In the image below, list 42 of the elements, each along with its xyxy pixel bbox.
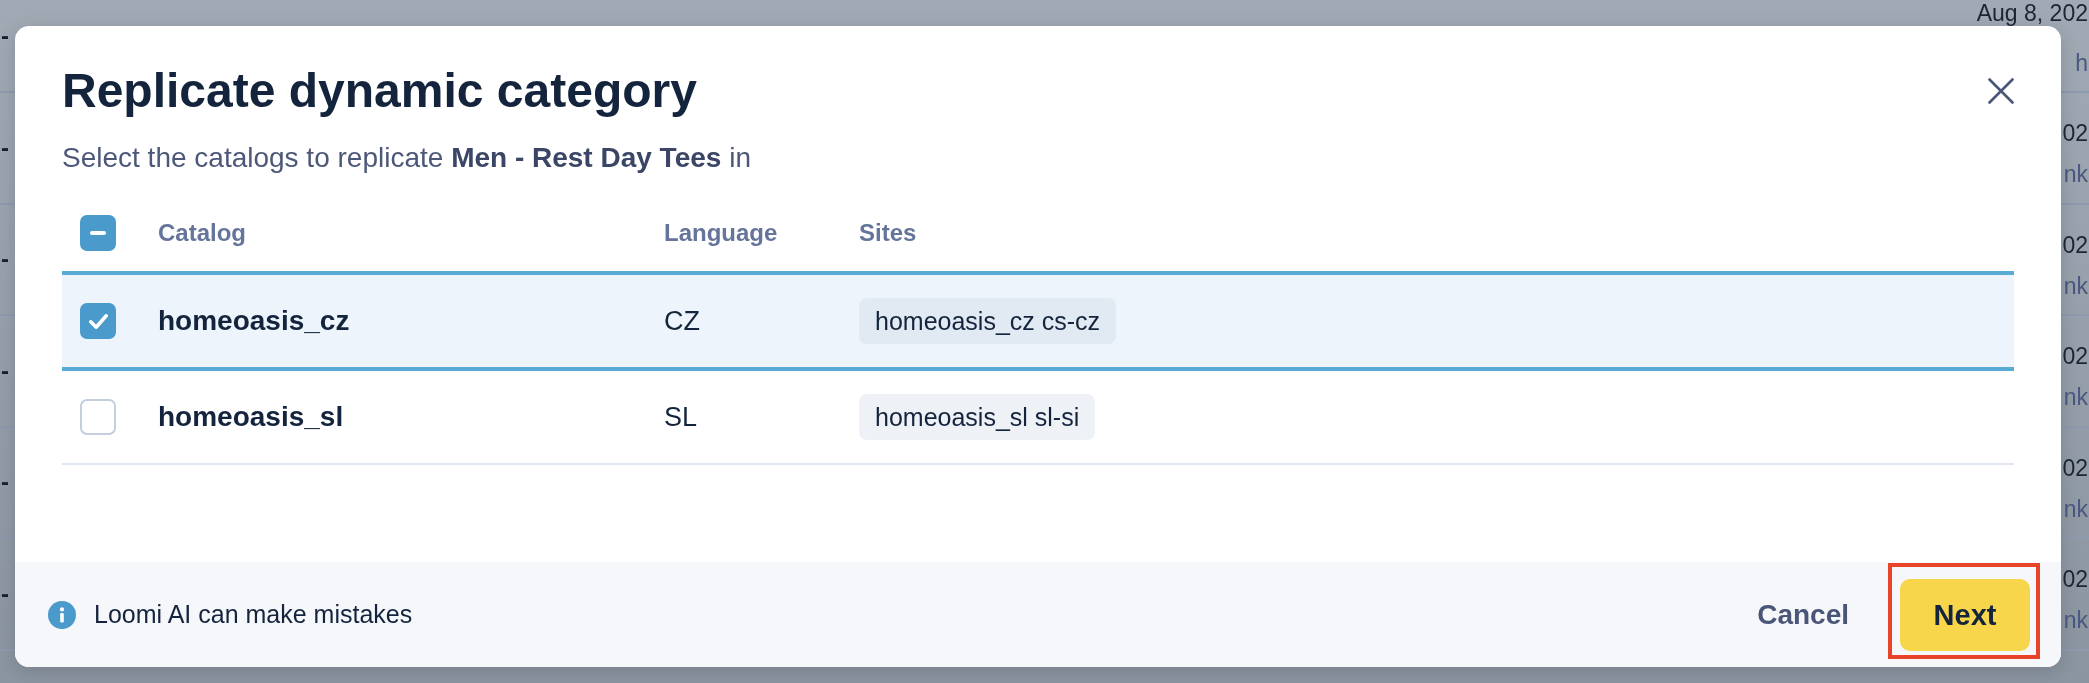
- column-header: Catalog: [158, 219, 247, 247]
- detail-text: nk: [2063, 161, 2088, 187]
- date-text: 02: [2062, 231, 2088, 258]
- row-marker: -: [0, 580, 9, 607]
- catalog-name: homeoasis_sl: [158, 401, 345, 433]
- dialog-description: Select the catalogs to replicate Men - Rest Day Tees in: [62, 141, 752, 175]
- date-text: 02: [2062, 120, 2088, 146]
- detail-text: nk: [2063, 384, 2088, 410]
- detail-text: nk: [2063, 607, 2088, 633]
- date-text: Aug 8, 202: [1976, 0, 2088, 25]
- minus-icon: [90, 231, 106, 235]
- row-marker: -: [0, 23, 9, 50]
- next-button[interactable]: Next: [1900, 579, 2030, 651]
- site-tag: homeoasis_cz cs-cz: [859, 298, 1117, 344]
- column-header: Language: [664, 219, 779, 247]
- row-checkbox[interactable]: [80, 399, 116, 435]
- table-row[interactable]: homeoasis_cz CZ homeoasis_cz cs-cz: [62, 271, 2014, 371]
- site-tag: homeoasis_sl sl-si: [859, 394, 1096, 440]
- date-text: 02: [2062, 566, 2088, 592]
- close-button[interactable]: [1988, 78, 2014, 104]
- date-text: 02: [2062, 454, 2088, 481]
- language-code: SL: [664, 401, 699, 433]
- dialog-title: Replicate dynamic category: [62, 63, 697, 119]
- language-code: CZ: [664, 305, 701, 337]
- catalog-name: homeoasis_cz: [158, 305, 351, 337]
- cancel-button[interactable]: Cancel: [1757, 598, 1849, 631]
- check-icon: [88, 313, 108, 329]
- detail-text: nk: [2063, 272, 2088, 299]
- row-marker: -: [0, 134, 9, 161]
- row-checkbox[interactable]: [80, 303, 116, 339]
- detail-text: h: [2075, 49, 2088, 76]
- date-text: 02: [2062, 343, 2088, 369]
- info-icon: [48, 600, 76, 629]
- table-row[interactable]: homeoasis_sl SL homeoasis_sl sl-si: [62, 371, 2014, 465]
- column-header: Sites: [859, 219, 918, 247]
- close-icon: [1988, 78, 2014, 104]
- row-marker: -: [0, 246, 9, 273]
- row-marker: -: [0, 357, 9, 384]
- row-marker: -: [0, 469, 9, 496]
- detail-text: nk: [2063, 495, 2088, 522]
- select-all-checkbox[interactable]: [80, 215, 116, 251]
- disclaimer-text: Loomi AI can make mistakes: [94, 600, 413, 629]
